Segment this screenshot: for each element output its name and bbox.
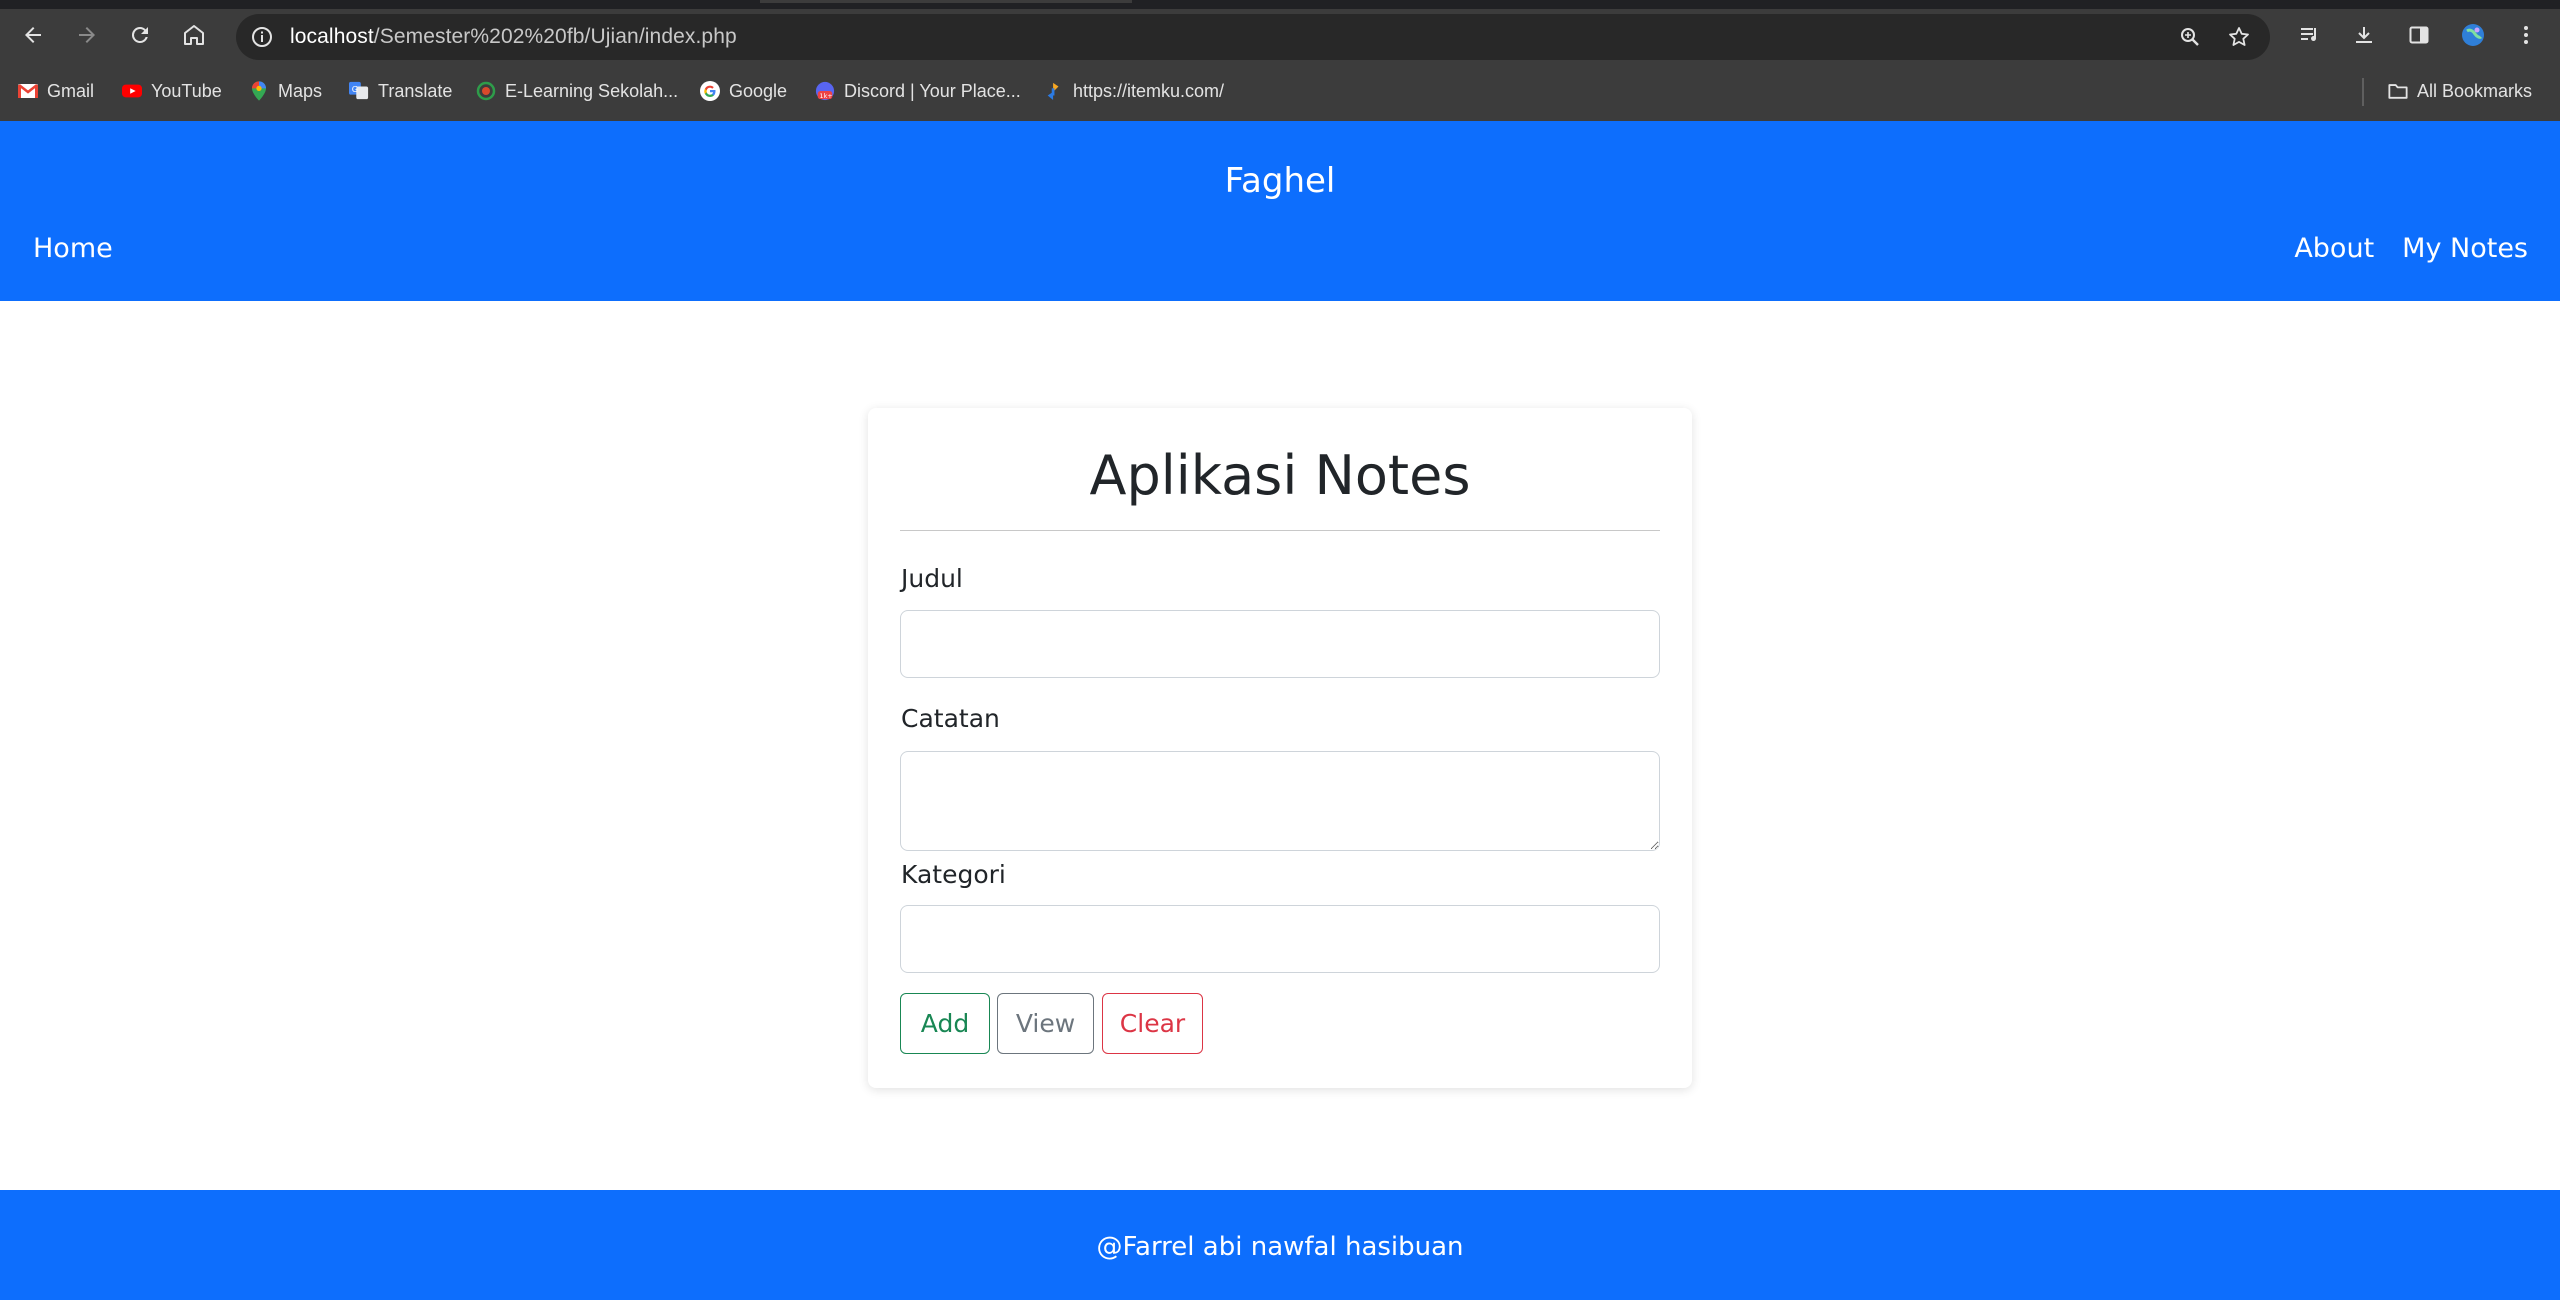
bookmark-label: YouTube xyxy=(151,80,222,101)
side-panel-button[interactable] xyxy=(2403,19,2435,51)
site-info-icon[interactable] xyxy=(250,25,274,49)
bookmark-translate[interactable]: G Translate xyxy=(349,76,452,106)
zoom-button[interactable] xyxy=(2176,23,2204,51)
catatan-label: Catatan xyxy=(901,704,1000,733)
site-footer: @Farrel abi nawfal hasibuan xyxy=(0,1190,2560,1300)
view-button[interactable]: View xyxy=(997,993,1094,1054)
browser-toolbar: localhost/Semester%202%20fb/Ujian/index.… xyxy=(0,9,2560,61)
site-brand[interactable]: Faghel xyxy=(0,161,2560,201)
arrow-right-icon xyxy=(79,27,95,43)
notes-form-card: Aplikasi Notes Judul Catatan Kategori Ad… xyxy=(868,408,1692,1088)
reading-list-button[interactable] xyxy=(2294,19,2326,51)
bookmark-label: Discord | Your Place... xyxy=(844,80,1021,101)
arrow-left-icon xyxy=(25,27,41,43)
clear-button[interactable]: Clear xyxy=(1102,993,1203,1054)
forward-button[interactable] xyxy=(69,17,105,53)
bookmark-youtube[interactable]: YouTube xyxy=(122,76,222,106)
browser-chrome: localhost/Semester%202%20fb/Ujian/index.… xyxy=(0,0,2560,121)
nav-right: About My Notes xyxy=(2294,233,2528,264)
star-icon xyxy=(2229,27,2249,46)
bookmarks-bar: Gmail YouTube Maps G Translate E-Learnin… xyxy=(0,70,2560,112)
browser-menu-button[interactable] xyxy=(2510,19,2542,51)
judul-input[interactable] xyxy=(900,610,1660,678)
itemku-icon xyxy=(1044,81,1064,101)
media-queue-icon xyxy=(2301,28,2316,41)
profile-avatar-button[interactable] xyxy=(2457,19,2489,51)
side-panel-icon xyxy=(2409,26,2429,44)
bookmark-google[interactable]: Google xyxy=(700,76,787,106)
url-text[interactable]: localhost/Semester%202%20fb/Ujian/index.… xyxy=(290,25,737,49)
bookmark-elearning[interactable]: E-Learning Sekolah... xyxy=(476,76,678,106)
add-button[interactable]: Add xyxy=(900,993,990,1054)
translate-icon: G xyxy=(349,81,369,101)
bookmark-label: Maps xyxy=(278,80,323,101)
reload-icon xyxy=(131,26,148,43)
more-vertical-icon xyxy=(2524,26,2528,44)
zoom-icon xyxy=(2181,28,2199,46)
judul-label: Judul xyxy=(901,564,963,593)
profile-avatar-icon xyxy=(2462,24,2484,46)
bookmark-label: https://itemku.com/ xyxy=(1073,80,1225,101)
site-header: Faghel Home About My Notes xyxy=(0,121,2560,301)
footer-credit: @Farrel abi nawfal hasibuan xyxy=(1096,1232,1464,1262)
bookmark-label: Google xyxy=(729,80,788,101)
elearning-icon xyxy=(476,81,496,101)
bookmark-star-button[interactable] xyxy=(2225,23,2253,51)
nav-link-my-notes[interactable]: My Notes xyxy=(2402,233,2528,264)
all-bookmarks-label: All Bookmarks xyxy=(2417,80,2533,101)
kategori-label: Kategori xyxy=(901,860,1006,889)
url-host: localhost xyxy=(290,25,374,48)
reload-button[interactable] xyxy=(122,17,158,53)
url-path: /Semester%202%20fb/Ujian/index.php xyxy=(373,25,737,48)
bookmark-label: Translate xyxy=(378,80,453,101)
home-icon xyxy=(184,25,204,45)
page-title: Aplikasi Notes xyxy=(1089,444,1471,507)
nav-link-about[interactable]: About xyxy=(2294,233,2374,264)
bookmark-itemku[interactable]: https://itemku.com/ xyxy=(1044,76,1224,106)
discord-icon: 1k+ xyxy=(815,81,835,101)
bookmark-discord[interactable]: 1k+ Discord | Your Place... xyxy=(815,76,1021,106)
gmail-icon xyxy=(18,81,38,101)
bookmark-label: Gmail xyxy=(47,80,95,101)
bookmark-label: E-Learning Sekolah... xyxy=(505,80,679,101)
tab-strip xyxy=(0,0,2560,9)
google-icon xyxy=(700,81,720,101)
all-bookmarks-button[interactable]: All Bookmarks xyxy=(2388,76,2532,106)
youtube-icon xyxy=(122,81,142,101)
download-icon xyxy=(2356,27,2372,43)
downloads-button[interactable] xyxy=(2348,19,2380,51)
address-bar[interactable]: localhost/Semester%202%20fb/Ujian/index.… xyxy=(236,14,2270,60)
bookmark-gmail[interactable]: Gmail xyxy=(18,76,94,106)
kategori-input[interactable] xyxy=(900,905,1660,973)
svg-text:G: G xyxy=(352,84,358,94)
bookmarks-separator xyxy=(2362,78,2364,106)
folder-icon xyxy=(2388,81,2408,101)
nav-link-home[interactable]: Home xyxy=(33,233,113,264)
svg-text:1k+: 1k+ xyxy=(820,93,833,100)
title-divider xyxy=(900,530,1660,531)
catatan-textarea[interactable] xyxy=(900,751,1660,851)
bookmark-maps[interactable]: Maps xyxy=(249,76,322,106)
back-button[interactable] xyxy=(15,17,51,53)
home-button[interactable] xyxy=(176,17,212,53)
maps-icon xyxy=(249,81,269,101)
